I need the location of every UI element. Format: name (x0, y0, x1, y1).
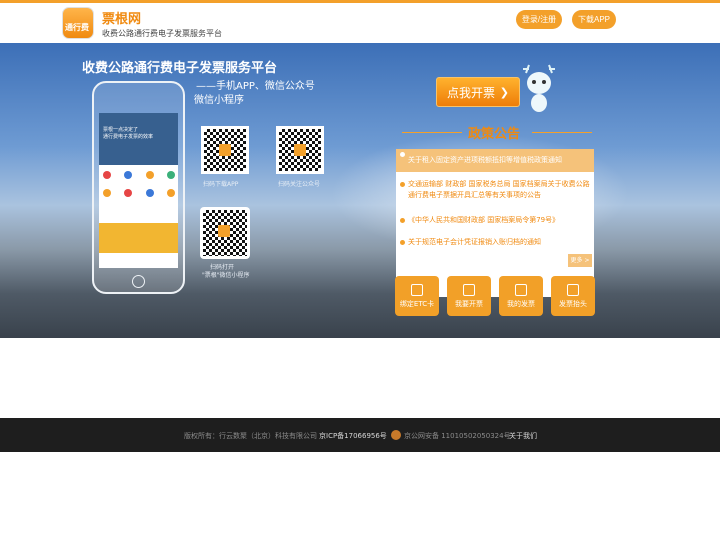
brand-name: 票根网 (102, 12, 142, 27)
copyright-text: 版权所有：行云数聚（北京）科技有限公司 (184, 432, 317, 440)
yen-icon (463, 284, 475, 296)
qr-code-mini-program (200, 207, 250, 259)
download-app-button[interactable]: 下载APP (572, 10, 616, 29)
banner-subtitle-2: 微信小程序 (194, 95, 244, 106)
qr-caption-app: 扫码下载APP (203, 181, 239, 188)
about-us-link[interactable]: 关于我们 (509, 431, 537, 441)
logo-text: 通行费 (65, 23, 89, 32)
notice-item[interactable]: 《中华人民共和国财政部 国家档案局令第79号》 (396, 215, 594, 226)
footer: 版权所有：行云数聚（北京）科技有限公司 京ICP备17066956号 京公网安备… (0, 418, 720, 452)
notice-item[interactable]: 交通运输部 财政部 国家税务总局 国家档案局关于收费公路通行费电子票据开具汇总等… (396, 179, 594, 201)
issue-invoice-tile[interactable]: 我要开票 (447, 276, 491, 316)
phone-screen-image (99, 223, 178, 253)
phone-screen-text: 票根一点决定了 通行费电子发票的效率 (103, 127, 154, 140)
notice-title-line-right (532, 132, 592, 133)
policy-notice-title: 政策公告 (468, 127, 521, 142)
hero-banner: 收费公路通行费电子发票服务平台 ——手机APP、微信公众号 微信小程序 票根一点… (0, 43, 720, 338)
qr-caption-mini-2: "票根"微信小程序 (202, 272, 250, 279)
card-icon (411, 284, 423, 296)
phone-mockup: 票根一点决定了 通行费电子发票的效率 (92, 81, 185, 294)
issue-ticket-button[interactable]: 点我开票 ❯ (436, 77, 520, 107)
chevron-right-icon: ❯ (499, 86, 509, 99)
document-icon (567, 284, 579, 296)
notice-item[interactable]: 关于规范电子会计凭证报销入账归档的通知 (396, 237, 594, 248)
my-invoices-tile[interactable]: 我的发票 (499, 276, 543, 316)
police-badge-icon (391, 430, 401, 440)
deer-mascot-icon (523, 64, 555, 112)
icp-link[interactable]: 京ICP备17066956号 (319, 431, 387, 441)
header: 通行费 票根网 收费公路通行费电子发票服务平台 登录/注册 下载APP (0, 3, 720, 43)
notice-title-line-left (402, 132, 462, 133)
police-registration-link[interactable]: 京公网安备 11010502050324号 (404, 431, 511, 441)
bind-etc-card-tile[interactable]: 绑定ETC卡 (395, 276, 439, 316)
invoice-icon (515, 284, 527, 296)
phone-home-button (132, 275, 145, 288)
notice-item[interactable]: 关于租入固定资产进项税额抵扣等增值税政策通知 (396, 149, 594, 172)
qr-caption-wechat-official: 扫码关注公众号 (278, 181, 321, 188)
login-register-button[interactable]: 登录/注册 (516, 10, 562, 29)
site-logo[interactable]: 通行费 (62, 7, 94, 39)
qr-code-wechat-official (276, 126, 324, 174)
site-tagline: 收费公路通行费电子发票服务平台 (102, 29, 222, 38)
policy-notice-list: 关于租入固定资产进项税额抵扣等增值税政策通知 交通运输部 财政部 国家税务总局 … (396, 149, 594, 297)
banner-title: 收费公路通行费电子发票服务平台 (82, 61, 278, 76)
phone-app-icons (103, 171, 175, 207)
more-notices-link[interactable]: 更多 > (568, 254, 592, 267)
qr-code-app (201, 126, 249, 174)
banner-subtitle-1: ——手机APP、微信公众号 (196, 81, 315, 92)
invoice-header-tile[interactable]: 发票抬头 (551, 276, 595, 316)
phone-screen: 票根一点决定了 通行费电子发票的效率 (99, 113, 178, 268)
